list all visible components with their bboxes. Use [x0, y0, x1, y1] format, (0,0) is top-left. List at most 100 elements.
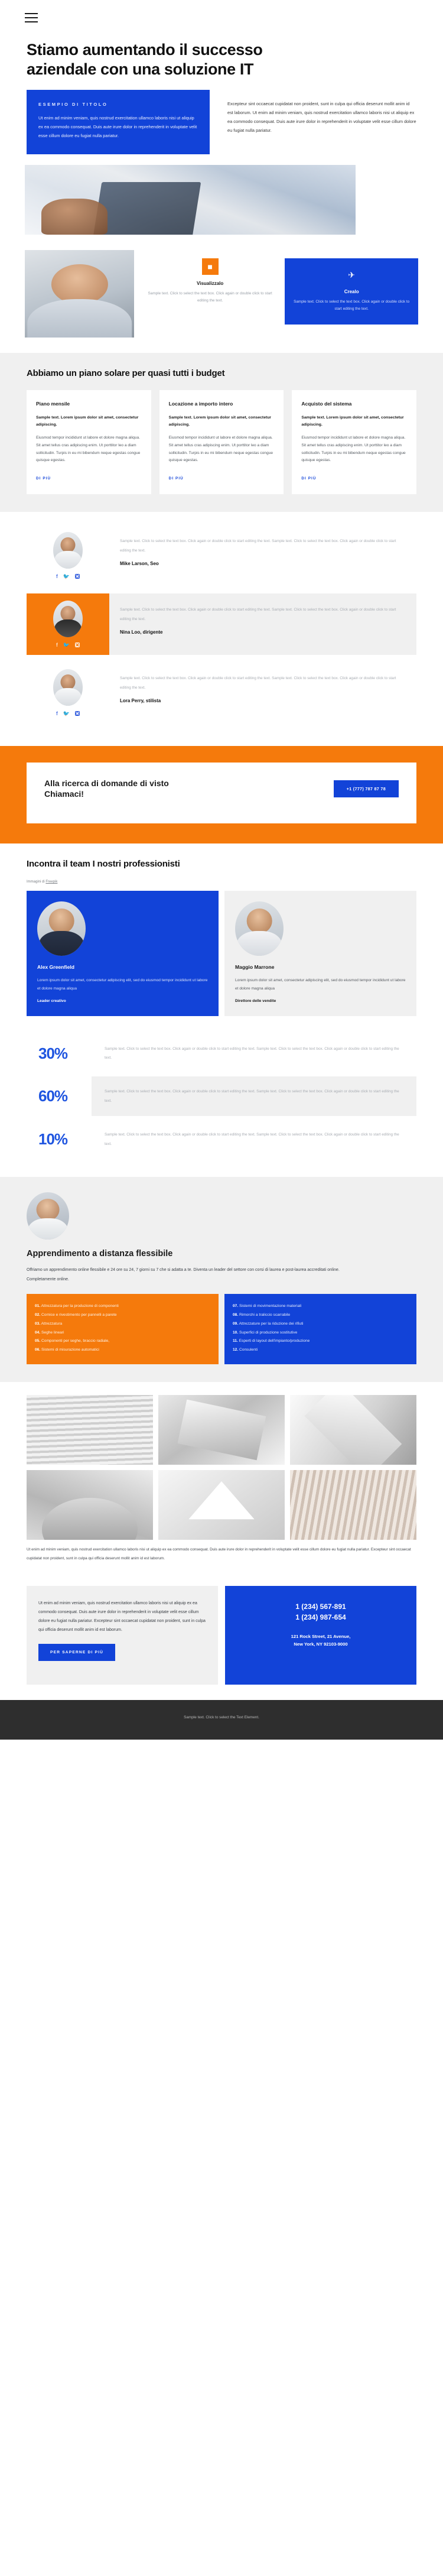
learning-list-left: 01. Attrezzatura per la produzione di co… [27, 1294, 219, 1365]
grid-icon: ■ [201, 258, 219, 275]
gallery-image [158, 1470, 285, 1540]
testimonial-text: Sample text. Click to select the text bo… [120, 676, 396, 690]
list-text: Consulenti [239, 1348, 258, 1352]
freepik-link[interactable]: Freepik [45, 880, 57, 884]
site-header [0, 0, 443, 22]
list-item: 06. Sistemi di misurazione automatici [35, 1346, 210, 1355]
plan-more-link[interactable]: DI PIÙ [169, 476, 184, 481]
plan-more-link[interactable]: DI PIÙ [36, 476, 51, 481]
list-text: Seghe lineari [41, 1330, 64, 1335]
facebook-icon[interactable]: f [56, 711, 58, 716]
plan-lead: Sample text. Lorem ipsum dolor sit amet,… [36, 416, 139, 427]
phone-primary[interactable]: 1 (234) 567-891 [237, 1601, 405, 1613]
testimonials-section: f 🐦 Sample text. Click to select the tex… [0, 512, 443, 746]
list-number: 03. [35, 1321, 41, 1326]
team-member-card[interactable]: Maggio Marrone Lorem ipsum dolor sit ame… [224, 891, 416, 1016]
instagram-icon[interactable] [74, 711, 80, 716]
list-item: 08. Rimorchi a traliccio scarrabile [233, 1311, 408, 1320]
testimonial-author: Mike Larson, Seo [120, 560, 159, 566]
list-number: 10. [233, 1330, 239, 1335]
avatar [53, 532, 83, 569]
twitter-icon[interactable]: 🐦 [63, 711, 70, 716]
plan-more-link[interactable]: DI PIÙ [301, 476, 316, 481]
testimonial-author: Lora Perry, stilista [120, 697, 161, 703]
learning-list-right: 07. Sistemi di movimentazione materiali … [224, 1294, 416, 1365]
hero-blue-panel: ESEMPIO DI TITOLO Ut enim ad minim venia… [27, 89, 210, 155]
gallery-image [290, 1395, 416, 1465]
list-item: 04. Seghe lineari [35, 1329, 210, 1338]
team-section: Incontra il team I nostri professionisti… [0, 843, 443, 1022]
page-title: Stiamo aumentando il successo aziendale … [27, 41, 263, 78]
list-text: Esperti di layout dell'impianto/produzio… [239, 1339, 310, 1344]
rocket-icon: ✈ [343, 267, 360, 284]
pricing-section: Abbiamo un piano solare per quasi tutti … [0, 353, 443, 512]
contact-section: Ut enim ad minim veniam, quis nostrud ex… [0, 1574, 443, 1700]
plan-body: Eiusmod tempor incididunt ut labore et d… [36, 435, 141, 463]
social-links: f 🐦 [27, 574, 109, 579]
stat-row: 10% Sample text. Click to select the tex… [27, 1120, 416, 1159]
image-credit: Immagini di Freepik [27, 880, 416, 884]
hero-right-column: Excepteur sint occaecat cupidatat non pr… [227, 90, 416, 135]
feature-card-text: Sample text. Click to select the text bo… [148, 291, 272, 303]
burger-line [25, 17, 38, 18]
gallery-note: Ut enim ad minim veniam, quis nostrud ex… [27, 1547, 411, 1560]
gallery-row [27, 1395, 416, 1465]
member-bio: Lorem ipsum dolor sit amet, consectetur … [235, 978, 406, 991]
list-item: 07. Sistemi di movimentazione materiali [233, 1302, 408, 1311]
burger-line [25, 21, 38, 22]
stats-section: 30% Sample text. Click to select the tex… [0, 1022, 443, 1177]
testimonial-body: Sample text. Click to select the text bo… [109, 662, 416, 724]
list-number: 09. [233, 1321, 239, 1326]
instagram-icon[interactable] [74, 643, 80, 648]
testimonial-author: Nina Loo, dirigente [120, 629, 163, 635]
cta-title: Alla ricerca di domande di visto Chiamac… [44, 778, 169, 799]
list-number: 06. [35, 1348, 41, 1352]
gallery-image [27, 1470, 153, 1540]
facebook-icon[interactable]: f [56, 643, 58, 648]
social-links: f 🐦 [27, 643, 109, 648]
pricing-card[interactable]: Piano mensile Sample text. Lorem ipsum d… [27, 390, 151, 495]
testimonial-text: Sample text. Click to select the text bo… [120, 608, 396, 621]
footer-bar: Sample text. Click to select the Text El… [0, 1699, 443, 1740]
testimonial-avatar-block: f 🐦 [27, 662, 109, 724]
stat-row: 30% Sample text. Click to select the tex… [27, 1034, 416, 1073]
list-text: Cornice e rivestimento per pannelli a pa… [41, 1312, 117, 1317]
features-section: ■ Visualizzalo Sample text. Click to sel… [0, 235, 443, 346]
phone-secondary[interactable]: 1 (234) 987-654 [237, 1612, 405, 1623]
stat-row: 60% Sample text. Click to select the tex… [27, 1076, 416, 1117]
testimonial-avatar-block: f 🐦 [27, 593, 109, 656]
learning-subtitle: Offriamo un apprendimento online flessib… [27, 1267, 340, 1282]
pricing-card[interactable]: Locazione a importo intero Sample text. … [159, 390, 284, 495]
testimonial-item: f 🐦 Sample text. Click to select the tex… [27, 525, 416, 586]
facebook-icon[interactable]: f [56, 574, 58, 579]
cta-phone-button[interactable]: +1 (777) 787 87 78 [333, 780, 399, 797]
hamburger-menu-icon[interactable] [25, 13, 38, 22]
learn-more-button[interactable]: PER SAPERNE DI PIÙ [38, 1643, 116, 1661]
list-item: 02. Cornice e rivestimento per pannelli … [35, 1311, 210, 1320]
member-bio: Lorem ipsum dolor sit amet, consectetur … [37, 978, 208, 991]
twitter-icon[interactable]: 🐦 [63, 574, 70, 579]
list-text: Attrezzatura per la produzione di compon… [41, 1304, 119, 1309]
pricing-card[interactable]: Acquisto del sistema Sample text. Lorem … [292, 390, 417, 495]
list-item: 09. Attrezzature per la riduzione dei ri… [233, 1320, 408, 1329]
pricing-title: Abbiamo un piano solare per quasi tutti … [27, 368, 225, 379]
testimonial-avatar-block: f 🐦 [27, 525, 109, 586]
phone-numbers: 1 (234) 567-891 1 (234) 987-654 [237, 1601, 405, 1623]
stat-value: 30% [38, 1044, 68, 1062]
credit-prefix: Immagini di [27, 880, 46, 884]
team-member-card[interactable]: Alex Greenfield Lorem ipsum dolor sit am… [27, 891, 219, 1016]
gallery-row [27, 1470, 416, 1540]
feature-card-visualizzalo[interactable]: ■ Visualizzalo Sample text. Click to sel… [144, 258, 276, 325]
list-item: 12. Consulenti [233, 1346, 408, 1355]
feature-card-text: Sample text. Click to select the text bo… [294, 300, 410, 312]
footer-text: Sample text. Click to select the Text El… [184, 1715, 259, 1720]
feature-card-crealo[interactable]: ✈ Crealo Sample text. Click to select th… [285, 258, 418, 325]
list-text: Attrezzature per la riduzione dei rifiut… [239, 1321, 304, 1326]
instagram-icon[interactable] [74, 574, 80, 579]
plan-body: Eiusmod tempor incididunt ut labore et d… [168, 435, 273, 463]
testimonial-item: f 🐦 Sample text. Click to select the tex… [27, 662, 416, 724]
plan-lead: Sample text. Lorem ipsum dolor sit amet,… [168, 416, 272, 427]
list-item: 10. Superfici di produzione sostitutive [233, 1329, 408, 1338]
twitter-icon[interactable]: 🐦 [63, 643, 70, 648]
address-line-1: 121 Rock Street, 21 Avenue, [291, 1633, 351, 1639]
